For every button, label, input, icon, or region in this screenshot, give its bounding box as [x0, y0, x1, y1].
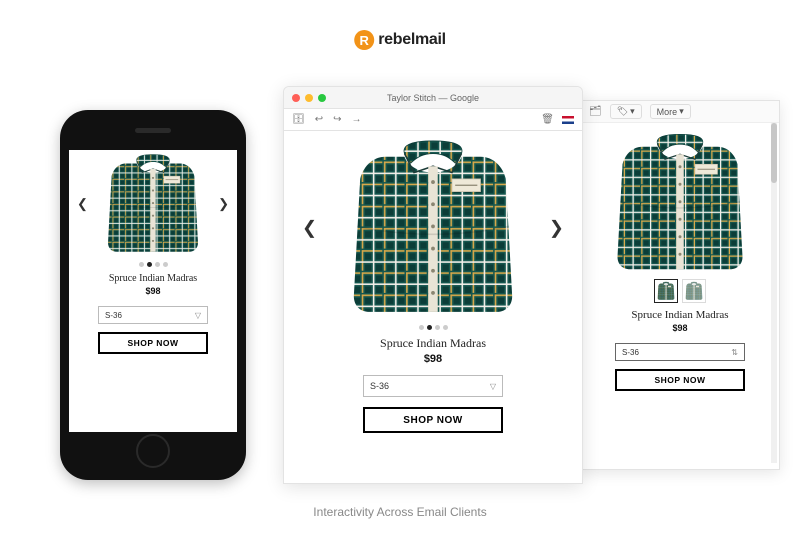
reply-icon[interactable]: ↩︎ — [315, 114, 323, 125]
mac-mail-window: Taylor Stitch — Google 🗄 ↩︎ ↪︎ → 🗑 ❮ ❯ S… — [283, 86, 583, 484]
window-titlebar: Taylor Stitch — Google — [284, 87, 582, 109]
product-name: Spruce Indian Madras — [631, 309, 728, 321]
scrollbar[interactable] — [771, 123, 777, 463]
shop-now-button[interactable]: SHOP NOW — [615, 369, 745, 391]
phone-mockup: ❮ ❯ Spruce Indian Madras $98 S-36 ▽ SHOP… — [60, 110, 246, 480]
size-select[interactable]: S-36 ▽ — [98, 306, 208, 324]
thumbnail-alt[interactable] — [682, 279, 706, 303]
product-card-alt: Spruce Indian Madras $98 S-36 ⇅ SHOP NOW — [587, 129, 773, 463]
size-select[interactable]: S-36 ⇅ — [615, 343, 745, 361]
size-select[interactable]: S-36 ▽ — [363, 375, 503, 397]
prev-arrow-icon[interactable]: ❮ — [73, 192, 92, 216]
flag-icon[interactable] — [562, 116, 574, 124]
chevron-down-icon: ▽ — [490, 382, 496, 391]
thumbnail-selected[interactable] — [654, 279, 678, 303]
phone-screen: ❮ ❯ Spruce Indian Madras $98 S-36 ▽ SHOP… — [69, 150, 237, 432]
forward-icon[interactable]: → — [351, 114, 361, 125]
shop-now-button[interactable]: SHOP NOW — [98, 332, 208, 354]
trash-icon[interactable]: 🗑 — [541, 114, 554, 125]
close-icon[interactable] — [292, 94, 300, 102]
alt-window-body: Spruce Indian Madras $98 S-36 ⇅ SHOP NOW — [581, 123, 779, 469]
stepper-icon: ⇅ — [731, 348, 738, 357]
product-price: $98 — [424, 353, 442, 365]
window-toolbar: 🗄 ↩︎ ↪︎ → 🗑 — [284, 109, 582, 131]
chevron-down-icon: ▽ — [195, 311, 201, 320]
size-select-value: S-36 — [105, 311, 122, 320]
product-price: $98 — [672, 323, 687, 333]
brand-logo-text: rebelmail — [378, 31, 446, 49]
product-image — [605, 131, 755, 275]
traffic-lights[interactable] — [292, 94, 326, 102]
archive-icon[interactable]: 🗄 — [292, 114, 305, 125]
product-name: Spruce Indian Madras — [109, 273, 197, 284]
product-name: Spruce Indian Madras — [380, 336, 486, 351]
carousel-dots[interactable] — [419, 325, 448, 330]
product-card-mobile: ❮ ❯ Spruce Indian Madras $98 S-36 ▽ SHOP… — [69, 150, 237, 432]
product-card-desktop: ❮ ❯ Spruce Indian Madras $98 S-36 ▽ SHOP… — [284, 131, 582, 483]
brand-logo: R rebelmail — [354, 30, 446, 50]
minimize-icon[interactable] — [305, 94, 313, 102]
shop-now-button[interactable]: SHOP NOW — [363, 407, 503, 433]
product-image — [99, 152, 207, 256]
brand-logo-mark: R — [354, 30, 374, 50]
more-dropdown[interactable]: More ▾ — [650, 104, 691, 119]
next-arrow-icon[interactable]: ❯ — [543, 212, 570, 245]
alt-mail-window: 🗂 🏷 ▾ More ▾ Spruce Indian Madras $98 — [580, 100, 780, 470]
alt-toolbar: 🗂 🏷 ▾ More ▾ — [581, 101, 779, 123]
figure-caption: Interactivity Across Email Clients — [313, 505, 486, 519]
carousel-dots[interactable] — [139, 262, 168, 267]
product-thumbnails — [654, 279, 706, 303]
maximize-icon[interactable] — [318, 94, 326, 102]
product-image — [338, 137, 528, 319]
size-select-value: S-36 — [622, 348, 639, 357]
prev-arrow-icon[interactable]: ❮ — [296, 212, 323, 245]
reply-all-icon[interactable]: ↪︎ — [333, 114, 341, 125]
product-price: $98 — [145, 286, 160, 296]
tag-dropdown[interactable]: 🏷 ▾ — [610, 104, 642, 119]
window-body: ❮ ❯ Spruce Indian Madras $98 S-36 ▽ SHOP… — [284, 131, 582, 483]
next-arrow-icon[interactable]: ❯ — [214, 192, 233, 216]
window-title: Taylor Stitch — Google — [387, 93, 479, 103]
folder-icon[interactable]: 🗂 — [589, 106, 602, 117]
size-select-value: S-36 — [370, 381, 389, 391]
